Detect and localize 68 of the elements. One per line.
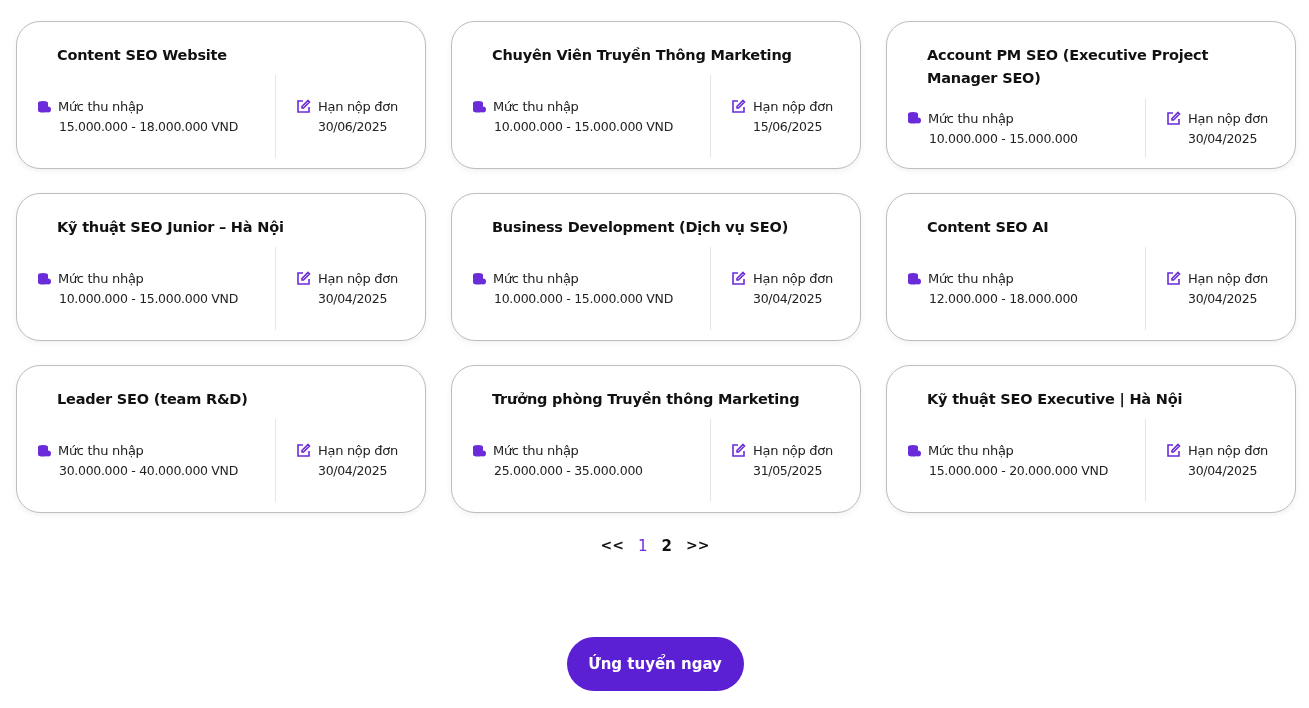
salary-label: Mức thu nhập bbox=[928, 110, 1014, 126]
salary-label: Mức thu nhập bbox=[58, 443, 144, 458]
edit-icon bbox=[1166, 110, 1181, 126]
salary-value: 10.000.000 - 15.000.000 VND bbox=[493, 119, 674, 134]
deadline-value: 15/06/2025 bbox=[752, 119, 824, 134]
salary-value: 30.000.000 - 40.000.000 VND bbox=[58, 463, 239, 478]
deadline-value: 30/04/2025 bbox=[317, 291, 389, 306]
deadline-value: 30/04/2025 bbox=[1187, 130, 1259, 146]
salary-label: Mức thu nhập bbox=[928, 443, 1014, 458]
job-title: Leader SEO (team R&D) bbox=[56, 390, 249, 409]
job-card[interactable]: Chuyên Viên Truyền Thông Marketing Mức thu nhập 10.000.000 - 15.000.000 VND Hạn nộp đơn 15/06/2025 bbox=[451, 21, 861, 169]
job-title: Content SEO AI bbox=[926, 218, 1050, 237]
deadline-label: Hạn nộp đơn bbox=[1188, 443, 1268, 458]
edit-icon bbox=[296, 271, 311, 286]
deadline-label: Hạn nộp đơn bbox=[318, 443, 398, 458]
salary-value: 10.000.000 - 15.000.000 VND bbox=[58, 291, 239, 306]
job-card[interactable]: Account PM SEO (Executive Project Manager SEO) Mức thu nhập 10.000.000 - 15.000.000 Hạn nộp đơn 30/04/2025 bbox=[886, 21, 1296, 169]
deadline-label: Hạn nộp đơn bbox=[1188, 271, 1268, 286]
edit-icon bbox=[296, 443, 311, 458]
job-title: Kỹ thuật SEO Junior – Hà Nội bbox=[56, 218, 285, 237]
page-link[interactable]: 2 bbox=[661, 537, 672, 555]
salary-label: Mức thu nhập bbox=[928, 271, 1014, 286]
job-card[interactable]: Business Development (Dịch vụ SEO) Mức thu nhập 10.000.000 - 15.000.000 VND Hạn nộp đơn 30/04/2025 bbox=[451, 193, 861, 341]
job-card[interactable]: Trưởng phòng Truyền thông Marketing Mức thu nhập 25.000.000 - 35.000.000 Hạn nộp đơn 31/05/2025 bbox=[451, 365, 861, 513]
edit-icon bbox=[296, 99, 311, 114]
job-card[interactable]: Kỹ thuật SEO Executive | Hà Nội Mức thu nhập 15.000.000 - 20.000.000 VND Hạn nộp đơn 30/04/2025 bbox=[886, 365, 1296, 513]
job-title: Content SEO Website bbox=[56, 46, 228, 65]
deadline-value: 30/06/2025 bbox=[317, 119, 389, 134]
deadline-label: Hạn nộp đơn bbox=[318, 271, 398, 286]
deadline-value: 31/05/2025 bbox=[752, 463, 824, 478]
job-card[interactable]: Kỹ thuật SEO Junior – Hà Nội Mức thu nhập 10.000.000 - 15.000.000 VND Hạn nộp đơn 30/04/2025 bbox=[16, 193, 426, 341]
deadline-value: 30/04/2025 bbox=[1187, 463, 1259, 478]
deadline-value: 30/04/2025 bbox=[317, 463, 389, 478]
salary-value: 12.000.000 - 18.000.000 bbox=[928, 291, 1079, 306]
edit-icon bbox=[731, 443, 746, 458]
edit-icon bbox=[731, 271, 746, 286]
salary-label: Mức thu nhập bbox=[493, 443, 579, 458]
previous-page-link[interactable]: << bbox=[600, 537, 624, 555]
deadline-label: Hạn nộp đơn bbox=[753, 271, 833, 286]
salary-label: Mức thu nhập bbox=[493, 271, 579, 286]
deadline-label: Hạn nộp đơn bbox=[1188, 110, 1268, 126]
edit-icon bbox=[1166, 443, 1181, 458]
salary-value: 10.000.000 - 15.000.000 bbox=[928, 130, 1079, 146]
deadline-value: 30/04/2025 bbox=[1187, 291, 1259, 306]
salary-label: Mức thu nhập bbox=[58, 99, 144, 114]
salary-value: 25.000.000 - 35.000.000 bbox=[493, 463, 644, 478]
job-card[interactable]: Content SEO Website Mức thu nhập 15.000.000 - 18.000.000 VND Hạn nộp đơn 30/06/2025 bbox=[16, 21, 426, 169]
job-title: Kỹ thuật SEO Executive | Hà Nội bbox=[926, 390, 1184, 410]
salary-value: 15.000.000 - 18.000.000 VND bbox=[58, 119, 239, 134]
edit-icon bbox=[1166, 271, 1181, 286]
salary-label: Mức thu nhập bbox=[58, 271, 144, 286]
salary-label: Mức thu nhập bbox=[493, 99, 579, 114]
deadline-label: Hạn nộp đơn bbox=[753, 99, 833, 114]
next-page-link[interactable]: >> bbox=[686, 537, 710, 555]
job-card[interactable]: Content SEO AI Mức thu nhập 12.000.000 - 18.000.000 Hạn nộp đơn 30/04/2025 bbox=[886, 193, 1296, 341]
edit-icon bbox=[731, 99, 746, 114]
job-card[interactable]: Leader SEO (team R&D) Mức thu nhập 30.000.000 - 40.000.000 VND Hạn nộp đơn 30/04/2025 bbox=[16, 365, 426, 513]
job-title: Trưởng phòng Truyền thông Marketing bbox=[491, 390, 801, 409]
apply-now-button[interactable]: Ứng tuyển ngay bbox=[566, 637, 744, 691]
salary-value: 15.000.000 - 20.000.000 VND bbox=[928, 463, 1109, 478]
page-link[interactable]: 1 bbox=[638, 537, 648, 555]
salary-value: 10.000.000 - 15.000.000 VND bbox=[493, 291, 674, 306]
deadline-label: Hạn nộp đơn bbox=[318, 99, 398, 114]
deadline-label: Hạn nộp đơn bbox=[753, 443, 833, 458]
job-title: Business Development (Dịch vụ SEO) bbox=[491, 218, 790, 237]
deadline-value: 30/04/2025 bbox=[752, 291, 824, 306]
job-title: Chuyên Viên Truyền Thông Marketing bbox=[491, 46, 793, 65]
job-title: Account PM SEO (Executive Project Manager SEO) bbox=[926, 46, 1210, 88]
